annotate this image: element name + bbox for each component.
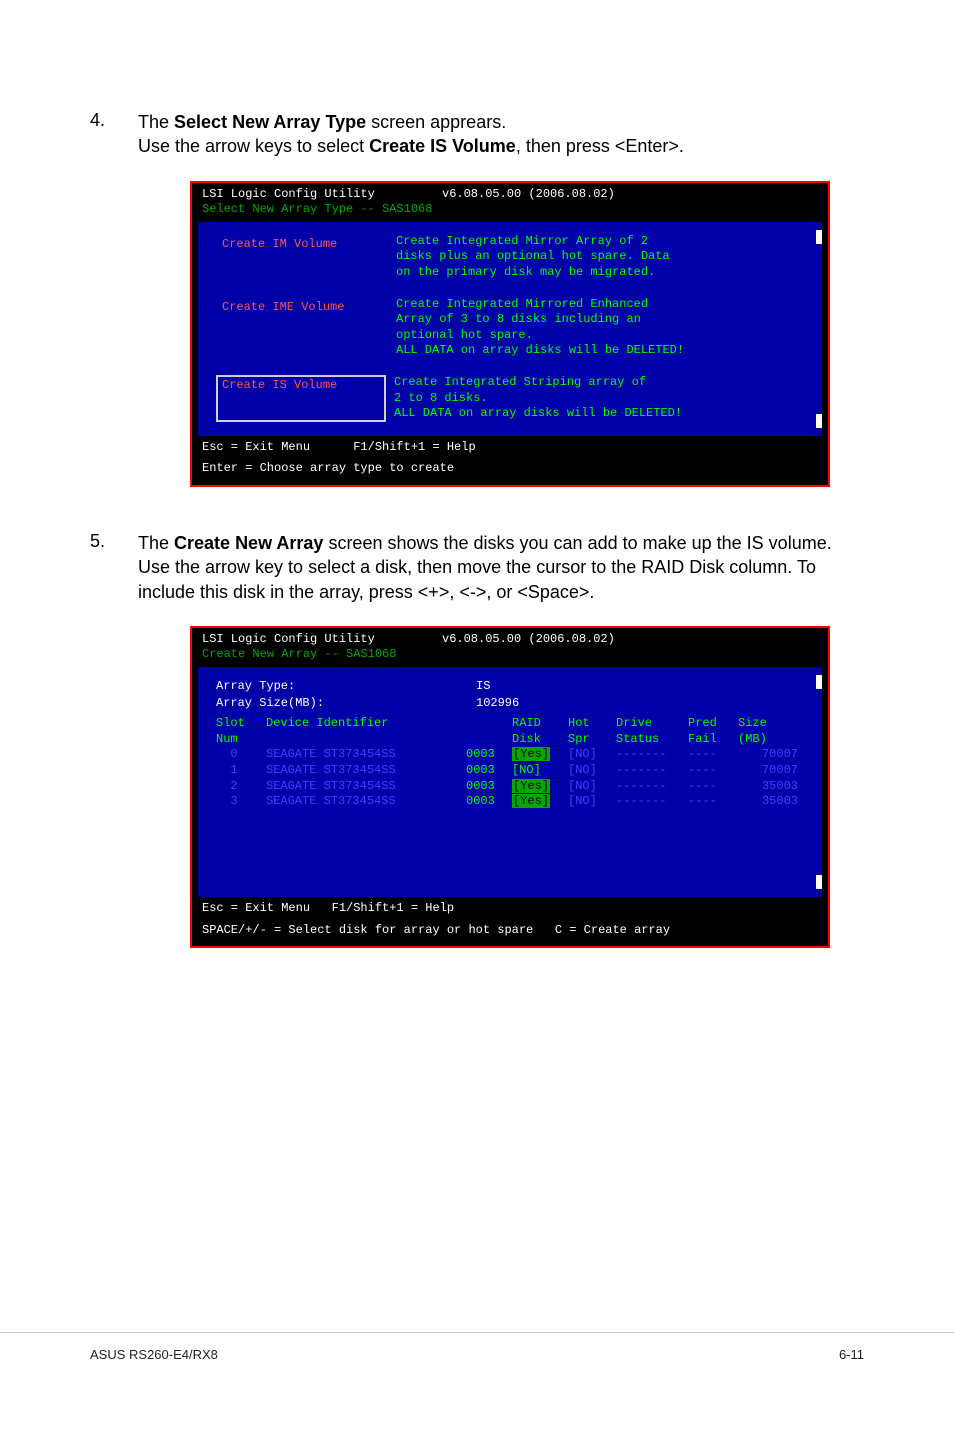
disk-table-header-1: Slot Device Identifier RAID Hot Drive Pr… — [216, 712, 804, 732]
step-4-number: 4. — [90, 110, 138, 159]
bios1-subtitle: Select New Array Type -- SAS1068 — [192, 202, 828, 222]
cell-device: SEAGATE ST373454SS — [266, 747, 466, 763]
disk-row[interactable]: 2SEAGATE ST373454SS0003[Yes][NO]--------… — [216, 779, 804, 795]
cell-hot-spare[interactable]: [NO] — [568, 763, 616, 779]
scroll-indicator — [816, 230, 822, 428]
cell-rev: 0003 — [466, 779, 512, 795]
bios2-title: LSI Logic Config Utility — [202, 632, 442, 648]
footer-product: ASUS RS260-E4/RX8 — [90, 1347, 218, 1362]
array-type-label: Array Type: — [216, 679, 476, 695]
cell-drive-status: ------- — [616, 794, 688, 810]
hdr-raid: RAID — [512, 716, 568, 732]
hdr-dev: Device Identifier — [266, 716, 466, 732]
scroll-indicator-2 — [816, 675, 822, 889]
cell-size: 35003 — [738, 794, 798, 810]
step-4: 4. The Select New Array Type screen appr… — [90, 110, 864, 159]
hdr-pred: Pred — [688, 716, 738, 732]
cell-rev: 0003 — [466, 763, 512, 779]
hdr-slot: Slot — [216, 716, 266, 732]
hdr-status: Status — [616, 732, 688, 748]
cell-size: 70007 — [738, 747, 798, 763]
cell-hot-spare[interactable]: [NO] — [568, 747, 616, 763]
cell-rev: 0003 — [466, 747, 512, 763]
cell-pred-fail: ---- — [688, 794, 738, 810]
cell-raid-disk[interactable]: [Yes] — [512, 794, 568, 810]
disk-row[interactable]: 0SEAGATE ST373454SS0003[Yes][NO]--------… — [216, 747, 804, 763]
step5-t1: The — [138, 533, 174, 553]
cell-device: SEAGATE ST373454SS — [266, 763, 466, 779]
page-footer: ASUS RS260-E4/RX8 6-11 — [0, 1332, 954, 1362]
menu-im-desc: Create Integrated Mirror Array of 2 disk… — [396, 234, 670, 281]
disk-row[interactable]: 3SEAGATE ST373454SS0003[Yes][NO]--------… — [216, 794, 804, 810]
cell-size: 70007 — [738, 763, 798, 779]
menu-create-im-volume[interactable]: Create IM Volume — [216, 234, 396, 281]
cell-slot: 1 — [216, 763, 266, 779]
bios2-subtitle: Create New Array -- SAS1068 — [192, 647, 828, 667]
step-5-text: The Create New Array screen shows the di… — [138, 531, 864, 604]
step5-b1: Create New Array — [174, 533, 323, 553]
bios1-footer-hint: Enter = Choose array type to create — [192, 461, 828, 483]
disk-row[interactable]: 1SEAGATE ST373454SS0003[NO][NO]---------… — [216, 763, 804, 779]
hdr-size: Size — [738, 716, 798, 732]
cell-slot: 2 — [216, 779, 266, 795]
cell-raid-disk[interactable]: [Yes] — [512, 747, 568, 763]
bios2-version: v6.08.05.00 (2006.08.02) — [442, 632, 615, 648]
step4-t4: , then press <Enter>. — [516, 136, 684, 156]
cell-size: 35003 — [738, 779, 798, 795]
step4-b2: Create IS Volume — [369, 136, 516, 156]
cell-raid-disk[interactable]: [NO] — [512, 763, 568, 779]
hdr-hot: Hot — [568, 716, 616, 732]
cell-slot: 3 — [216, 794, 266, 810]
step4-t2: screen apprears. — [366, 112, 506, 132]
bios2-footer-hint: SPACE/+/- = Select disk for array or hot… — [192, 923, 828, 945]
step4-t1: The — [138, 112, 174, 132]
menu-ime-desc: Create Integrated Mirrored Enhanced Arra… — [396, 297, 684, 359]
step-5: 5. The Create New Array screen shows the… — [90, 531, 864, 604]
array-size-label: Array Size(MB): — [216, 696, 476, 712]
bios1-footer-keys: Esc = Exit Menu F1/Shift+1 = Help — [192, 436, 828, 462]
hdr-disk: Disk — [512, 732, 568, 748]
hdr-mb: (MB) — [738, 732, 798, 748]
array-size-value: 102996 — [476, 696, 519, 712]
hdr-spr: Spr — [568, 732, 616, 748]
cell-rev: 0003 — [466, 794, 512, 810]
cell-raid-disk[interactable]: [Yes] — [512, 779, 568, 795]
cell-drive-status: ------- — [616, 747, 688, 763]
bios-create-new-array: LSI Logic Config Utility v6.08.05.00 (20… — [190, 626, 830, 948]
bios2-footer-keys: Esc = Exit Menu F1/Shift+1 = Help — [192, 897, 828, 923]
hdr-num: Num — [216, 732, 266, 748]
menu-create-ime-volume[interactable]: Create IME Volume — [216, 297, 396, 359]
step-5-number: 5. — [90, 531, 138, 604]
cell-pred-fail: ---- — [688, 763, 738, 779]
array-type-value: IS — [476, 679, 490, 695]
bios-select-array-type: LSI Logic Config Utility v6.08.05.00 (20… — [190, 181, 830, 487]
menu-is-desc: Create Integrated Striping array of 2 to… — [394, 375, 682, 422]
cell-pred-fail: ---- — [688, 779, 738, 795]
cell-slot: 0 — [216, 747, 266, 763]
footer-page-number: 6-11 — [839, 1347, 864, 1362]
hdr-drive: Drive — [616, 716, 688, 732]
cell-drive-status: ------- — [616, 779, 688, 795]
step-4-text: The Select New Array Type screen apprear… — [138, 110, 684, 159]
cell-device: SEAGATE ST373454SS — [266, 779, 466, 795]
step4-t3: Use the arrow keys to select — [138, 136, 369, 156]
cell-hot-spare[interactable]: [NO] — [568, 779, 616, 795]
step4-b1: Select New Array Type — [174, 112, 366, 132]
cell-hot-spare[interactable]: [NO] — [568, 794, 616, 810]
cell-device: SEAGATE ST373454SS — [266, 794, 466, 810]
cell-pred-fail: ---- — [688, 747, 738, 763]
hdr-fail: Fail — [688, 732, 738, 748]
bios1-title: LSI Logic Config Utility — [202, 187, 442, 203]
bios1-version: v6.08.05.00 (2006.08.02) — [442, 187, 615, 203]
disk-table-header-2: Num Disk Spr Status Fail (MB) — [216, 732, 804, 748]
menu-create-is-volume[interactable]: Create IS Volume — [216, 375, 386, 422]
cell-drive-status: ------- — [616, 763, 688, 779]
